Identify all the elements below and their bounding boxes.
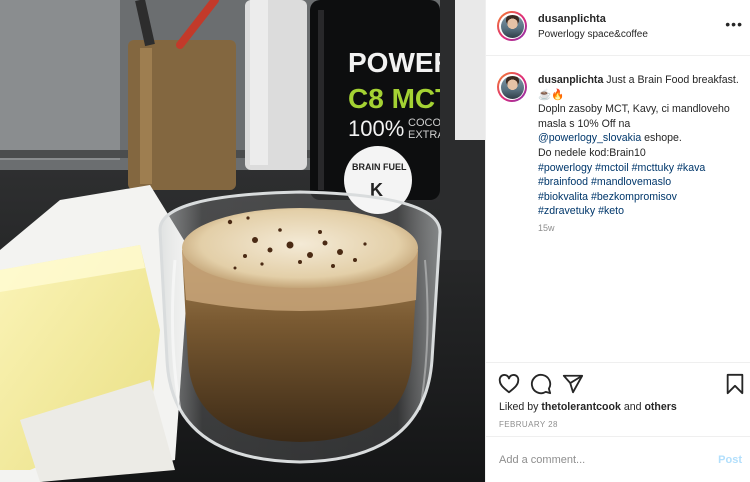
hashtag-link[interactable]: #brainfood — [538, 176, 588, 188]
bottle-brand-text: POWER — [348, 47, 454, 78]
liked-by-and: and — [620, 401, 645, 413]
heart-icon[interactable] — [498, 373, 520, 395]
hashtag-link[interactable]: #bezkompromisov — [591, 191, 677, 203]
post-actions: Liked by thetolerantcook and others FEBR… — [486, 362, 750, 436]
post-time-ago[interactable]: 15w — [538, 223, 555, 233]
bookmark-icon[interactable] — [724, 373, 746, 395]
caption-line1: Just a Brain Food breakfast. — [603, 74, 739, 86]
share-icon[interactable] — [562, 373, 584, 395]
caption-username-link[interactable]: dusanplichta — [538, 74, 603, 86]
hashtag-link[interactable]: #kava — [677, 162, 705, 174]
caption-line2: Dopln zasoby MCT, Kavy, ci mandloveho ma… — [538, 103, 730, 130]
hashtag-link[interactable]: #mcttuky — [632, 162, 674, 174]
hashtag-link[interactable]: #mctoil — [595, 162, 629, 174]
avatar[interactable] — [497, 11, 527, 41]
liked-by-user-link[interactable]: thetolerantcook — [541, 401, 620, 413]
post-date[interactable]: FEBRUARY 28 — [499, 420, 558, 429]
mention-link[interactable]: @powerlogy_slovakia — [538, 132, 641, 144]
more-horizontal-icon[interactable]: ••• — [725, 17, 743, 31]
hashtag-link[interactable]: #biokvalita — [538, 191, 588, 203]
comment-input[interactable] — [499, 450, 699, 470]
bottle-product-text: C8 MCT — [348, 83, 452, 114]
location-link[interactable]: Powerlogy space&coffee — [538, 29, 648, 40]
hashtag-link[interactable]: #powerlogy — [538, 162, 592, 174]
avatar-image — [500, 14, 524, 38]
coffee-photo-illustration: POWER C8 MCT 100% COCONUT EXTRACTED BRAI… — [0, 0, 485, 482]
post-side-panel: dusanplichta Powerlogy space&coffee ••• … — [485, 0, 750, 482]
post-header: dusanplichta Powerlogy space&coffee ••• — [486, 0, 750, 56]
hashtag-link[interactable]: #keto — [598, 205, 624, 217]
caption-text: dusanplichta Just a Brain Food breakfast… — [538, 73, 744, 219]
caption-avatar[interactable] — [497, 72, 527, 102]
likes-summary: Liked by thetolerantcook and others — [499, 401, 677, 413]
comment-icon[interactable] — [530, 373, 552, 395]
caption-line4: Do nedele kod:Brain10 — [538, 146, 646, 159]
bottle-badge-text: BRAIN FUEL — [352, 162, 407, 172]
caption-emoji: ☕️🔥 — [538, 88, 565, 101]
comment-box: Post — [486, 436, 750, 482]
hashtag-link[interactable]: #mandlovemaslo — [591, 176, 671, 188]
avatar-image — [500, 75, 524, 99]
post-photo[interactable]: POWER C8 MCT 100% COCONUT EXTRACTED BRAI… — [0, 0, 485, 482]
bottle-percent-text: 100% — [348, 116, 404, 141]
caption-section: dusanplichta Just a Brain Food breakfast… — [486, 56, 750, 362]
caption-line3: eshope. — [641, 132, 682, 145]
header-username-link[interactable]: dusanplichta — [538, 13, 606, 25]
hashtag-link[interactable]: #zdravetuky — [538, 205, 595, 217]
liked-by-prefix: Liked by — [499, 401, 542, 413]
liked-by-others-link[interactable]: others — [644, 401, 676, 413]
post-button[interactable]: Post — [718, 454, 742, 466]
